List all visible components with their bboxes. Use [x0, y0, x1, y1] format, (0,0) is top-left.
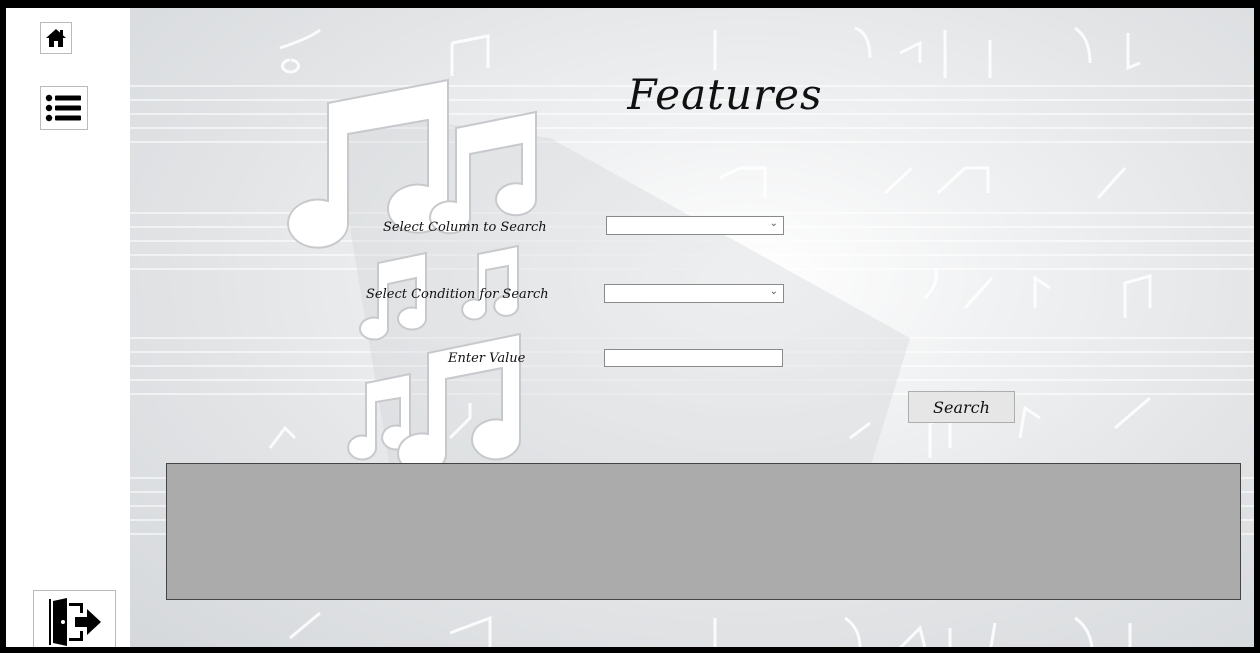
- condition-label: Select Condition for Search: [366, 287, 549, 302]
- column-select[interactable]: ⌄: [606, 216, 784, 235]
- sidebar: [6, 8, 130, 647]
- exit-button[interactable]: [33, 590, 116, 647]
- home-button[interactable]: [40, 22, 72, 54]
- search-button[interactable]: Search: [908, 391, 1015, 423]
- list-icon: [45, 94, 81, 122]
- page-title: Features: [627, 70, 823, 119]
- results-grid[interactable]: [166, 463, 1241, 600]
- column-label: Select Column to Search: [383, 220, 547, 235]
- features-panel: Features Select Column to Search ⌄ Selec…: [130, 8, 1254, 647]
- exit-door-icon: [48, 597, 101, 646]
- app-window: Features Select Column to Search ⌄ Selec…: [0, 0, 1260, 653]
- value-label: Enter Value: [448, 351, 526, 366]
- chevron-down-icon: ⌄: [769, 218, 778, 229]
- home-icon: [46, 29, 66, 47]
- condition-select[interactable]: ⌄: [604, 284, 784, 303]
- menu-button[interactable]: [40, 86, 88, 130]
- value-input[interactable]: [604, 349, 783, 367]
- chevron-down-icon: ⌄: [769, 286, 778, 297]
